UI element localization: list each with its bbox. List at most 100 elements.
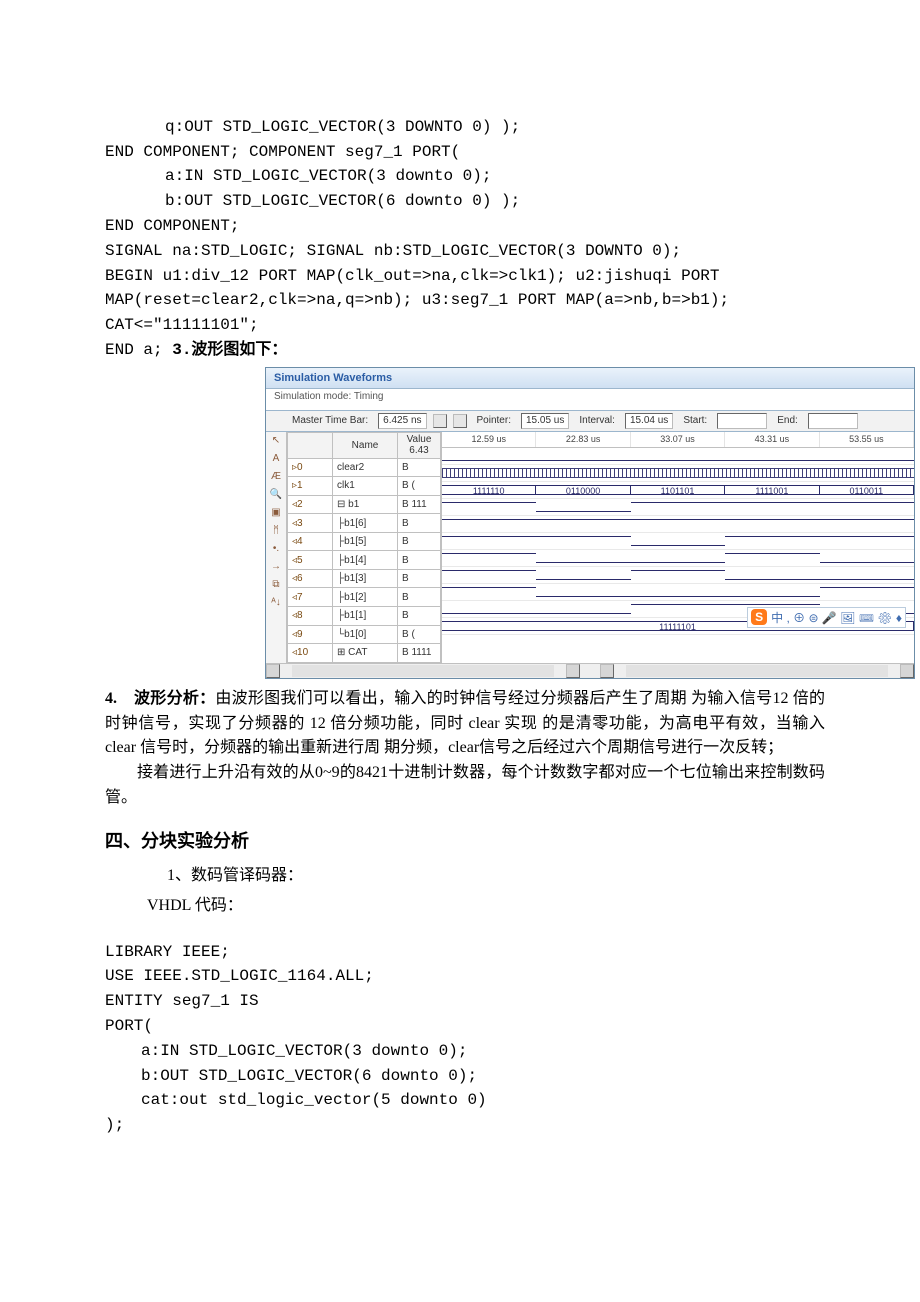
code-line: USE IEEE.STD_LOGIC_1164.ALL; <box>105 967 374 985</box>
time-tick: 43.31 us <box>725 432 819 447</box>
cursor-icon[interactable]: ↖ <box>272 434 280 448</box>
time-tick: 22.83 us <box>536 432 630 447</box>
dot-icon[interactable]: •. <box>273 542 279 556</box>
scroll-left-button[interactable] <box>600 664 614 678</box>
table-row[interactable]: ◃9└b1[0]B ( <box>288 625 441 644</box>
master-time-label: Master Time Bar: <box>288 415 372 426</box>
analysis-text-2: 接着进行上升沿有效的从0~9的8421十进制计数器，每个计数数字都对应一个七位输… <box>105 761 825 811</box>
start-label: Start: <box>679 415 711 426</box>
table-row[interactable]: ◃2⊟ b1B 111 <box>288 495 441 514</box>
simulation-figure: Simulation Waveforms Simulation mode: Ti… <box>265 367 915 679</box>
code-block-top: q:OUT STD_LOGIC_VECTOR(3 DOWNTO 0) ); END… <box>105 90 825 363</box>
code-line: PORT( <box>105 1017 153 1035</box>
wave-figure-heading: 3.波形图如下： <box>172 341 287 359</box>
arrow-right-icon[interactable]: → <box>271 560 281 574</box>
table-row[interactable]: ▹1clk1B ( <box>288 477 441 496</box>
wave-clear2 <box>442 448 914 465</box>
col-name: Name <box>333 432 398 458</box>
subsection-1-heading: 1、数码管译码器： <box>167 861 825 885</box>
wave-clk1 <box>442 465 914 482</box>
ime-toolbar[interactable]: S 中 , ⊕ ⊜ 🎤 🖼 ⌨ ⚙ ♦ <box>747 607 906 628</box>
table-row[interactable]: ◃10⊞ CATB 1111 <box>288 644 441 663</box>
time-tick: 53.55 us <box>820 432 914 447</box>
waveform-canvas[interactable]: 12.59 us 22.83 us 33.07 us 43.31 us 53.5… <box>441 432 914 663</box>
collapse-icon[interactable]: ▣ <box>271 506 280 520</box>
code-line: ENTITY seg7_1 IS <box>105 992 259 1010</box>
table-row[interactable]: ◃8├b1[1]B <box>288 607 441 626</box>
code-line: SIGNAL na:STD_LOGIC; SIGNAL nb:STD_LOGIC… <box>105 242 681 260</box>
group-icon[interactable]: ⧉ <box>272 578 279 592</box>
code-line: ); <box>105 1116 124 1134</box>
scroll-right-button[interactable] <box>900 664 914 678</box>
ae-icon[interactable]: Æ <box>271 470 281 484</box>
table-row[interactable]: ◃6├b1[3]B <box>288 569 441 588</box>
analysis-heading: 波形分析： <box>134 690 215 707</box>
item-number: 4. <box>105 690 117 707</box>
table-row[interactable]: ◃4├b1[5]B <box>288 532 441 551</box>
time-ruler: 12.59 us 22.83 us 33.07 us 43.31 us 53.5… <box>442 432 914 448</box>
code-line: b:OUT STD_LOGIC_VECTOR(6 downto 0); <box>105 1064 825 1089</box>
h-scrollbar[interactable] <box>266 663 914 678</box>
section-4-heading: 四、分块实验分析 <box>105 827 825 853</box>
waveform-body: ↖ A Æ 🔍 ▣ ᛗ •. → ⧉ ᴬ↓ Name Value 6.43 <box>266 432 914 663</box>
signal-table: Name Value 6.43 ▹0clear2B ▹1clk1B ( ◃2⊟ … <box>287 432 441 663</box>
col-value: Value 6.43 <box>398 432 441 458</box>
waveform-toolbar: Master Time Bar: 6.425 ns Pointer: 15.05… <box>266 410 914 432</box>
code-line: BEGIN u1:div_12 PORT MAP(clk_out=>na,clk… <box>105 267 720 285</box>
code-line: b:OUT STD_LOGIC_VECTOR(6 downto 0) ); <box>105 189 825 214</box>
ime-items[interactable]: 中 , ⊕ ⊜ 🎤 🖼 ⌨ ⚙ ♦ <box>771 609 902 626</box>
wave-b1-3 <box>442 550 914 567</box>
interval-field[interactable]: 15.04 us <box>625 413 673 429</box>
scroll-track[interactable] <box>292 665 554 677</box>
pointer-label: Pointer: <box>473 415 515 426</box>
master-time-field[interactable]: 6.425 ns <box>378 413 426 429</box>
expand-minus-icon[interactable]: ⊟ <box>337 499 348 510</box>
wave-b1-1 <box>442 584 914 601</box>
vhdl-code-label: VHDL 代码： <box>147 891 825 915</box>
pointer-field[interactable]: 15.05 us <box>521 413 569 429</box>
sort-icon[interactable]: ᴬ↓ <box>271 596 281 610</box>
expand-plus-icon[interactable]: ⊞ <box>337 647 348 658</box>
wave-b1-4 <box>442 533 914 550</box>
table-header-row: Name Value 6.43 <box>288 432 441 458</box>
code-line: LIBRARY IEEE; <box>105 943 230 961</box>
scroll-left-button[interactable] <box>266 664 280 678</box>
time-tick: 12.59 us <box>442 432 536 447</box>
end-field[interactable] <box>808 413 858 429</box>
step-left-button[interactable] <box>433 414 447 428</box>
code-line: CAT<="11111101"; <box>105 316 259 334</box>
window-title: Simulation Waveforms <box>266 368 914 389</box>
interval-label: Interval: <box>575 415 619 426</box>
table-row[interactable]: ◃5├b1[4]B <box>288 551 441 570</box>
scroll-track[interactable] <box>626 665 888 677</box>
code-block-seg7: LIBRARY IEEE; USE IEEE.STD_LOGIC_1164.AL… <box>105 915 825 1138</box>
step-right-button[interactable] <box>453 414 467 428</box>
start-field[interactable] <box>717 413 767 429</box>
analysis-paragraph: 4. 波形分析：由波形图我们可以看出，输入的时钟信号经过分频器后产生了周期 为输… <box>105 687 825 761</box>
table-row[interactable]: ◃3├b1[6]B <box>288 514 441 533</box>
document-page: q:OUT STD_LOGIC_VECTOR(3 DOWNTO 0) ); END… <box>0 0 920 1238</box>
table-row[interactable]: ◃7├b1[2]B <box>288 588 441 607</box>
sogou-logo-icon: S <box>751 609 767 625</box>
code-line: MAP(reset=clear2,clk=>na,q=>nb); u3:seg7… <box>105 291 729 309</box>
text-a-icon[interactable]: A <box>273 452 280 466</box>
code-line: a:IN STD_LOGIC_VECTOR(3 downto 0); <box>105 1039 825 1064</box>
wave-b1-6 <box>442 499 914 516</box>
window-subtitle: Simulation mode: Timing <box>266 389 914 410</box>
code-line: a:IN STD_LOGIC_VECTOR(3 downto 0); <box>105 164 825 189</box>
wave-b1-2 <box>442 567 914 584</box>
code-line: q:OUT STD_LOGIC_VECTOR(3 DOWNTO 0) ); <box>105 115 825 140</box>
zoom-icon[interactable]: 🔍 <box>270 488 282 502</box>
code-line: END COMPONENT; COMPONENT seg7_1 PORT( <box>105 143 460 161</box>
scroll-right-button[interactable] <box>566 664 580 678</box>
tool-palette[interactable]: ↖ A Æ 🔍 ▣ ᛗ •. → ⧉ ᴬ↓ <box>266 432 287 663</box>
end-label: End: <box>773 415 802 426</box>
table-row[interactable]: ▹0clear2B <box>288 458 441 477</box>
time-tick: 33.07 us <box>631 432 725 447</box>
code-line: END COMPONENT; <box>105 217 239 235</box>
simulation-window: Simulation Waveforms Simulation mode: Ti… <box>265 367 915 679</box>
wave-b1-5 <box>442 516 914 533</box>
db-icon[interactable]: ᛗ <box>273 524 279 538</box>
code-line: cat:out std_logic_vector(5 downto 0) <box>105 1088 825 1113</box>
wave-b1-bus: 1111110 0110000 1101101 1111001 0110011 <box>442 482 914 499</box>
